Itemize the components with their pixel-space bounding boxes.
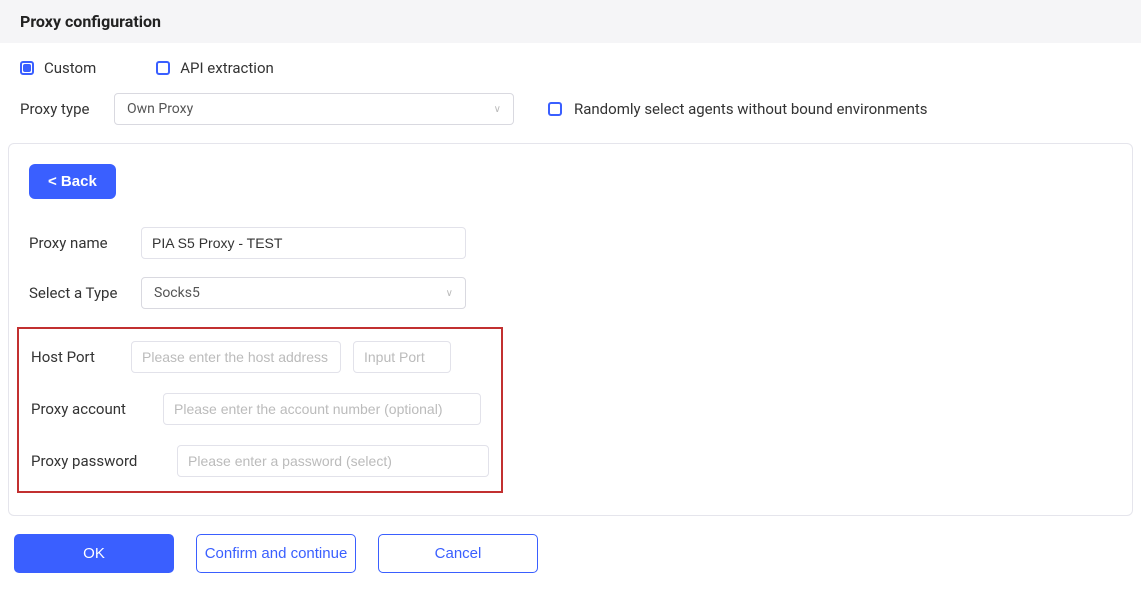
port-input[interactable] (353, 341, 451, 373)
proxy-password-label: Proxy password (31, 452, 165, 470)
host-address-input[interactable] (131, 341, 341, 373)
checkbox-icon (548, 102, 562, 116)
header-bar: Proxy configuration (0, 0, 1141, 43)
cancel-button-label: Cancel (435, 545, 482, 562)
proxy-type-select[interactable]: Own Proxy ∨ (114, 93, 514, 125)
footer-actions: OK Confirm and continue Cancel (0, 516, 1141, 583)
ok-button[interactable]: OK (14, 534, 174, 573)
proxy-password-input[interactable] (177, 445, 489, 477)
proxy-type-value: Own Proxy (127, 101, 193, 117)
proxy-account-input[interactable] (163, 393, 481, 425)
select-type-label: Select a Type (29, 284, 129, 302)
mode-api-option[interactable]: API extraction (156, 59, 274, 77)
select-type-select[interactable]: Socks5 ∨ (141, 277, 466, 309)
host-port-label: Host Port (31, 348, 119, 366)
page-title: Proxy configuration (20, 12, 161, 31)
confirm-button-label: Confirm and continue (205, 545, 348, 562)
proxy-type-label: Proxy type (20, 100, 100, 118)
cancel-button[interactable]: Cancel (378, 534, 538, 573)
mode-radio-group: Custom API extraction (20, 59, 1121, 77)
random-select-option[interactable]: Randomly select agents without bound env… (548, 100, 928, 118)
proxy-form-panel: < Back Proxy name Select a Type Socks5 ∨… (8, 143, 1133, 516)
proxy-account-label: Proxy account (31, 400, 151, 418)
confirm-continue-button[interactable]: Confirm and continue (196, 534, 356, 573)
chevron-down-icon: ∨ (446, 288, 453, 299)
back-button[interactable]: < Back (29, 164, 116, 199)
mode-custom-label: Custom (44, 59, 96, 77)
proxy-type-section: Proxy type Own Proxy ∨ Randomly select a… (0, 77, 1141, 125)
mode-custom-option[interactable]: Custom (20, 59, 96, 77)
proxy-name-input[interactable] (141, 227, 466, 259)
back-button-label: < Back (48, 173, 97, 190)
proxy-name-label: Proxy name (29, 234, 129, 252)
mode-api-label: API extraction (180, 59, 274, 77)
radio-icon (20, 61, 34, 75)
mode-section: Custom API extraction (0, 43, 1141, 77)
ok-button-label: OK (83, 545, 105, 562)
chevron-down-icon: ∨ (494, 104, 501, 115)
random-select-label: Randomly select agents without bound env… (574, 100, 928, 118)
radio-icon (156, 61, 170, 75)
credentials-highlight: Host Port Proxy account Proxy password (17, 327, 503, 493)
select-type-value: Socks5 (154, 285, 200, 301)
